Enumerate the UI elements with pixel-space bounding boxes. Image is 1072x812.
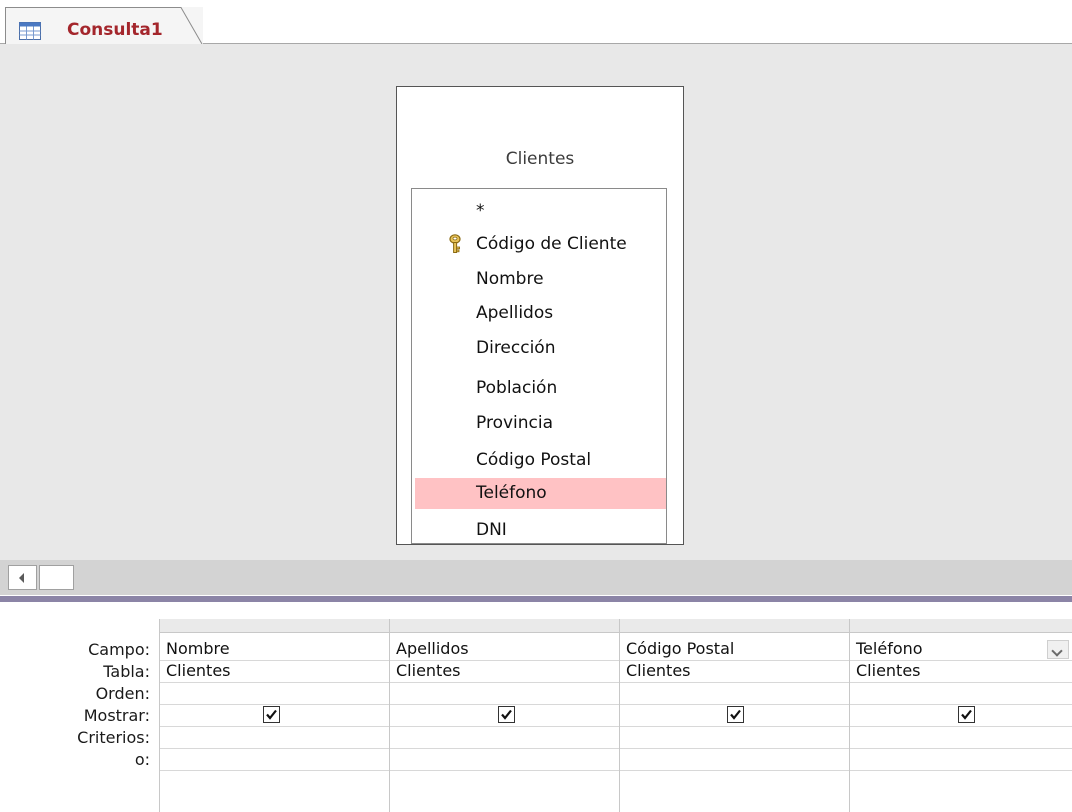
field-item-telefono[interactable]: Teléfono: [415, 478, 666, 509]
or-cell[interactable]: [390, 748, 620, 771]
show-checkbox[interactable]: [498, 706, 515, 723]
mostrar-cell[interactable]: [160, 704, 390, 727]
criterios-cell[interactable]: [160, 726, 390, 749]
column-selector[interactable]: [160, 619, 390, 633]
field-item-poblacion[interactable]: Población: [415, 373, 666, 404]
field-item-codigo-postal[interactable]: Código Postal: [415, 445, 666, 476]
field-label: DNI: [476, 520, 507, 540]
field-item-nombre[interactable]: Nombre: [415, 264, 666, 295]
row-label-campo: Campo:: [88, 640, 150, 659]
field-label: Población: [476, 378, 558, 398]
column-selector[interactable]: [850, 619, 1072, 633]
row-label-criterios: Criterios:: [77, 728, 150, 747]
field-label: Apellidos: [476, 303, 554, 323]
mostrar-cell[interactable]: [390, 704, 620, 727]
query-design-pane[interactable]: Clientes * Código de Cliente Nombre Apel…: [0, 44, 1072, 560]
campo-cell[interactable]: Nombre: [160, 638, 390, 661]
document-tab-strip: Consulta1: [0, 0, 1072, 44]
scroll-thumb[interactable]: [39, 565, 74, 590]
row-label-orden: Orden:: [95, 684, 150, 703]
orden-cell[interactable]: [620, 682, 850, 705]
field-value: Nombre: [166, 639, 230, 658]
field-dropdown-button[interactable]: [1047, 640, 1069, 659]
table-value: Clientes: [396, 661, 461, 680]
grid-column[interactable]: Apellidos Clientes: [389, 619, 620, 812]
grid-column[interactable]: Teléfono Clientes: [849, 619, 1072, 812]
field-value: Teléfono: [856, 639, 923, 658]
field-item-apellidos[interactable]: Apellidos: [415, 298, 666, 329]
show-checkbox[interactable]: [958, 706, 975, 723]
field-label: Código Postal: [476, 450, 592, 470]
orden-cell[interactable]: [850, 682, 1072, 705]
mostrar-cell[interactable]: [620, 704, 850, 727]
field-label: *: [476, 201, 485, 221]
checkmark-icon: [266, 709, 277, 720]
field-label: Teléfono: [476, 483, 547, 503]
or-cell[interactable]: [620, 748, 850, 771]
field-item-dni[interactable]: DNI: [415, 515, 666, 543]
query-datasheet-icon: [19, 22, 41, 40]
table-title[interactable]: Clientes: [397, 149, 683, 169]
table-field-list-window[interactable]: Clientes * Código de Cliente Nombre Apel…: [396, 86, 684, 545]
show-checkbox[interactable]: [727, 706, 744, 723]
tabla-cell[interactable]: Clientes: [620, 660, 850, 683]
row-label-o: o:: [134, 750, 150, 769]
criterios-cell[interactable]: [390, 726, 620, 749]
row-label-mostrar: Mostrar:: [83, 706, 150, 725]
field-item-all[interactable]: *: [415, 196, 666, 227]
field-value: Código Postal: [626, 639, 735, 658]
campo-cell[interactable]: Código Postal: [620, 638, 850, 661]
checkmark-icon: [730, 709, 741, 720]
orden-cell[interactable]: [160, 682, 390, 705]
criterios-cell[interactable]: [850, 726, 1072, 749]
column-selector[interactable]: [620, 619, 850, 633]
field-item-direccion[interactable]: Dirección: [415, 333, 666, 364]
tabla-cell[interactable]: Clientes: [390, 660, 620, 683]
table-value: Clientes: [626, 661, 691, 680]
mostrar-cell[interactable]: [850, 704, 1072, 727]
campo-cell[interactable]: Apellidos: [390, 638, 620, 661]
tabla-cell[interactable]: Clientes: [850, 660, 1072, 683]
or-cell[interactable]: [850, 748, 1072, 771]
row-label-tabla: Tabla:: [103, 662, 150, 681]
grid-column[interactable]: Nombre Clientes: [159, 619, 390, 812]
show-checkbox[interactable]: [263, 706, 280, 723]
field-label: Código de Cliente: [476, 234, 627, 254]
orden-cell[interactable]: [390, 682, 620, 705]
field-label: Nombre: [476, 269, 544, 289]
tab-consulta1[interactable]: Consulta1: [5, 7, 203, 44]
column-selector[interactable]: [390, 619, 620, 633]
scroll-left-button[interactable]: [8, 565, 37, 590]
field-label: Provincia: [476, 413, 554, 433]
grid-column[interactable]: Código Postal Clientes: [619, 619, 850, 812]
field-item-provincia[interactable]: Provincia: [415, 408, 666, 439]
horizontal-scrollbar[interactable]: [0, 560, 1072, 595]
table-value: Clientes: [856, 661, 921, 680]
tab-title: Consulta1: [67, 20, 163, 40]
or-cell[interactable]: [160, 748, 390, 771]
criterios-cell[interactable]: [620, 726, 850, 749]
campo-cell[interactable]: Teléfono: [850, 638, 1072, 661]
table-value: Clientes: [166, 661, 231, 680]
checkmark-icon: [961, 709, 972, 720]
primary-key-icon: [448, 234, 462, 259]
field-label: Dirección: [476, 338, 556, 358]
checkmark-icon: [501, 709, 512, 720]
query-design-grid: Campo: Tabla: Orden: Mostrar: Criterios:…: [0, 602, 1072, 812]
field-value: Apellidos: [396, 639, 469, 658]
field-item-codigo-de-cliente[interactable]: Código de Cliente: [415, 229, 666, 260]
tabla-cell[interactable]: Clientes: [160, 660, 390, 683]
field-list[interactable]: * Código de Cliente Nombre Apellidos Dir…: [411, 188, 667, 544]
